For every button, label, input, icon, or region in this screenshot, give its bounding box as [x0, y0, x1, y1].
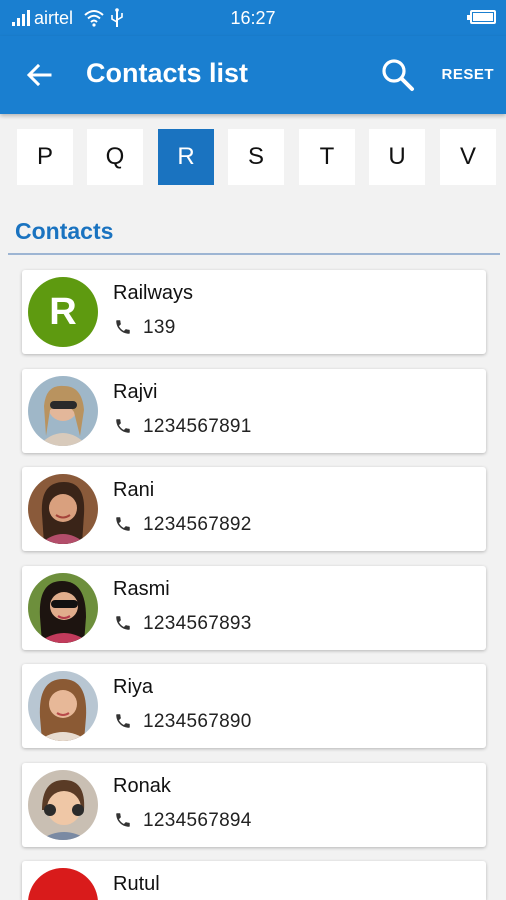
app-toolbar: Contacts list RESET — [0, 36, 506, 114]
avatar-initial: R — [49, 290, 77, 333]
contact-number: 1234567890 — [143, 711, 252, 732]
avatar: R — [28, 277, 98, 347]
page-title: Contacts list — [86, 58, 249, 88]
contact-name: Rutul — [113, 873, 160, 895]
letter-r-button[interactable]: R — [158, 129, 214, 185]
contact-card-riya[interactable]: Riya 1234567890 — [22, 664, 486, 748]
status-time: 16:27 — [230, 8, 276, 28]
contact-card-ronak[interactable]: Ronak 1234567894 — [22, 763, 486, 847]
contact-number: 1234567891 — [143, 416, 252, 437]
contact-name: Riya — [113, 676, 154, 698]
avatar-photo — [28, 376, 98, 446]
section-divider — [8, 253, 500, 255]
phone-icon — [116, 616, 130, 630]
contact-number: 1234567894 — [143, 810, 252, 831]
phone-icon — [116, 419, 130, 433]
phone-icon — [116, 813, 130, 827]
contact-name: Ronak — [113, 775, 171, 797]
contact-card-rani[interactable]: Rani 1234567892 — [22, 467, 486, 551]
contact-card-rasmi[interactable]: Rasmi 1234567893 — [22, 566, 486, 650]
alphabet-filter: P Q R S T U V — [17, 129, 497, 185]
letter-t-button[interactable]: T — [299, 129, 355, 185]
letter-q-button[interactable]: Q — [87, 129, 143, 185]
contact-name: Rani — [113, 479, 155, 501]
contact-name: Rasmi — [113, 578, 170, 600]
phone-icon — [116, 517, 130, 531]
letter-u-button[interactable]: U — [369, 129, 425, 185]
status-bar: airtel 16:27 — [0, 0, 506, 36]
contact-number: 139 — [143, 317, 176, 338]
back-arrow-icon[interactable] — [24, 60, 54, 90]
contact-card-railways[interactable]: R Railways 139 — [22, 270, 486, 354]
avatar-photo — [28, 573, 98, 643]
avatar — [28, 868, 98, 900]
battery-icon — [467, 10, 496, 24]
avatar-photo — [28, 770, 98, 840]
contact-number: 1234567893 — [143, 613, 252, 634]
letter-s-button[interactable]: S — [228, 129, 284, 185]
avatar-photo — [28, 474, 98, 544]
section-title: Contacts — [15, 218, 114, 244]
search-icon[interactable] — [380, 57, 416, 93]
phone-icon — [116, 320, 130, 334]
contact-card-rutul[interactable]: Rutul — [22, 861, 486, 900]
avatar-photo — [28, 671, 98, 741]
contact-card-rajvi[interactable]: Rajvi 1234567891 — [22, 369, 486, 453]
contact-number: 1234567892 — [143, 514, 252, 535]
reset-button[interactable]: RESET — [441, 66, 494, 83]
contact-name: Railways — [113, 282, 194, 304]
letter-p-button[interactable]: P — [17, 129, 73, 185]
phone-icon — [116, 714, 130, 728]
letter-v-button[interactable]: V — [440, 129, 496, 185]
contact-name: Rajvi — [113, 381, 158, 403]
